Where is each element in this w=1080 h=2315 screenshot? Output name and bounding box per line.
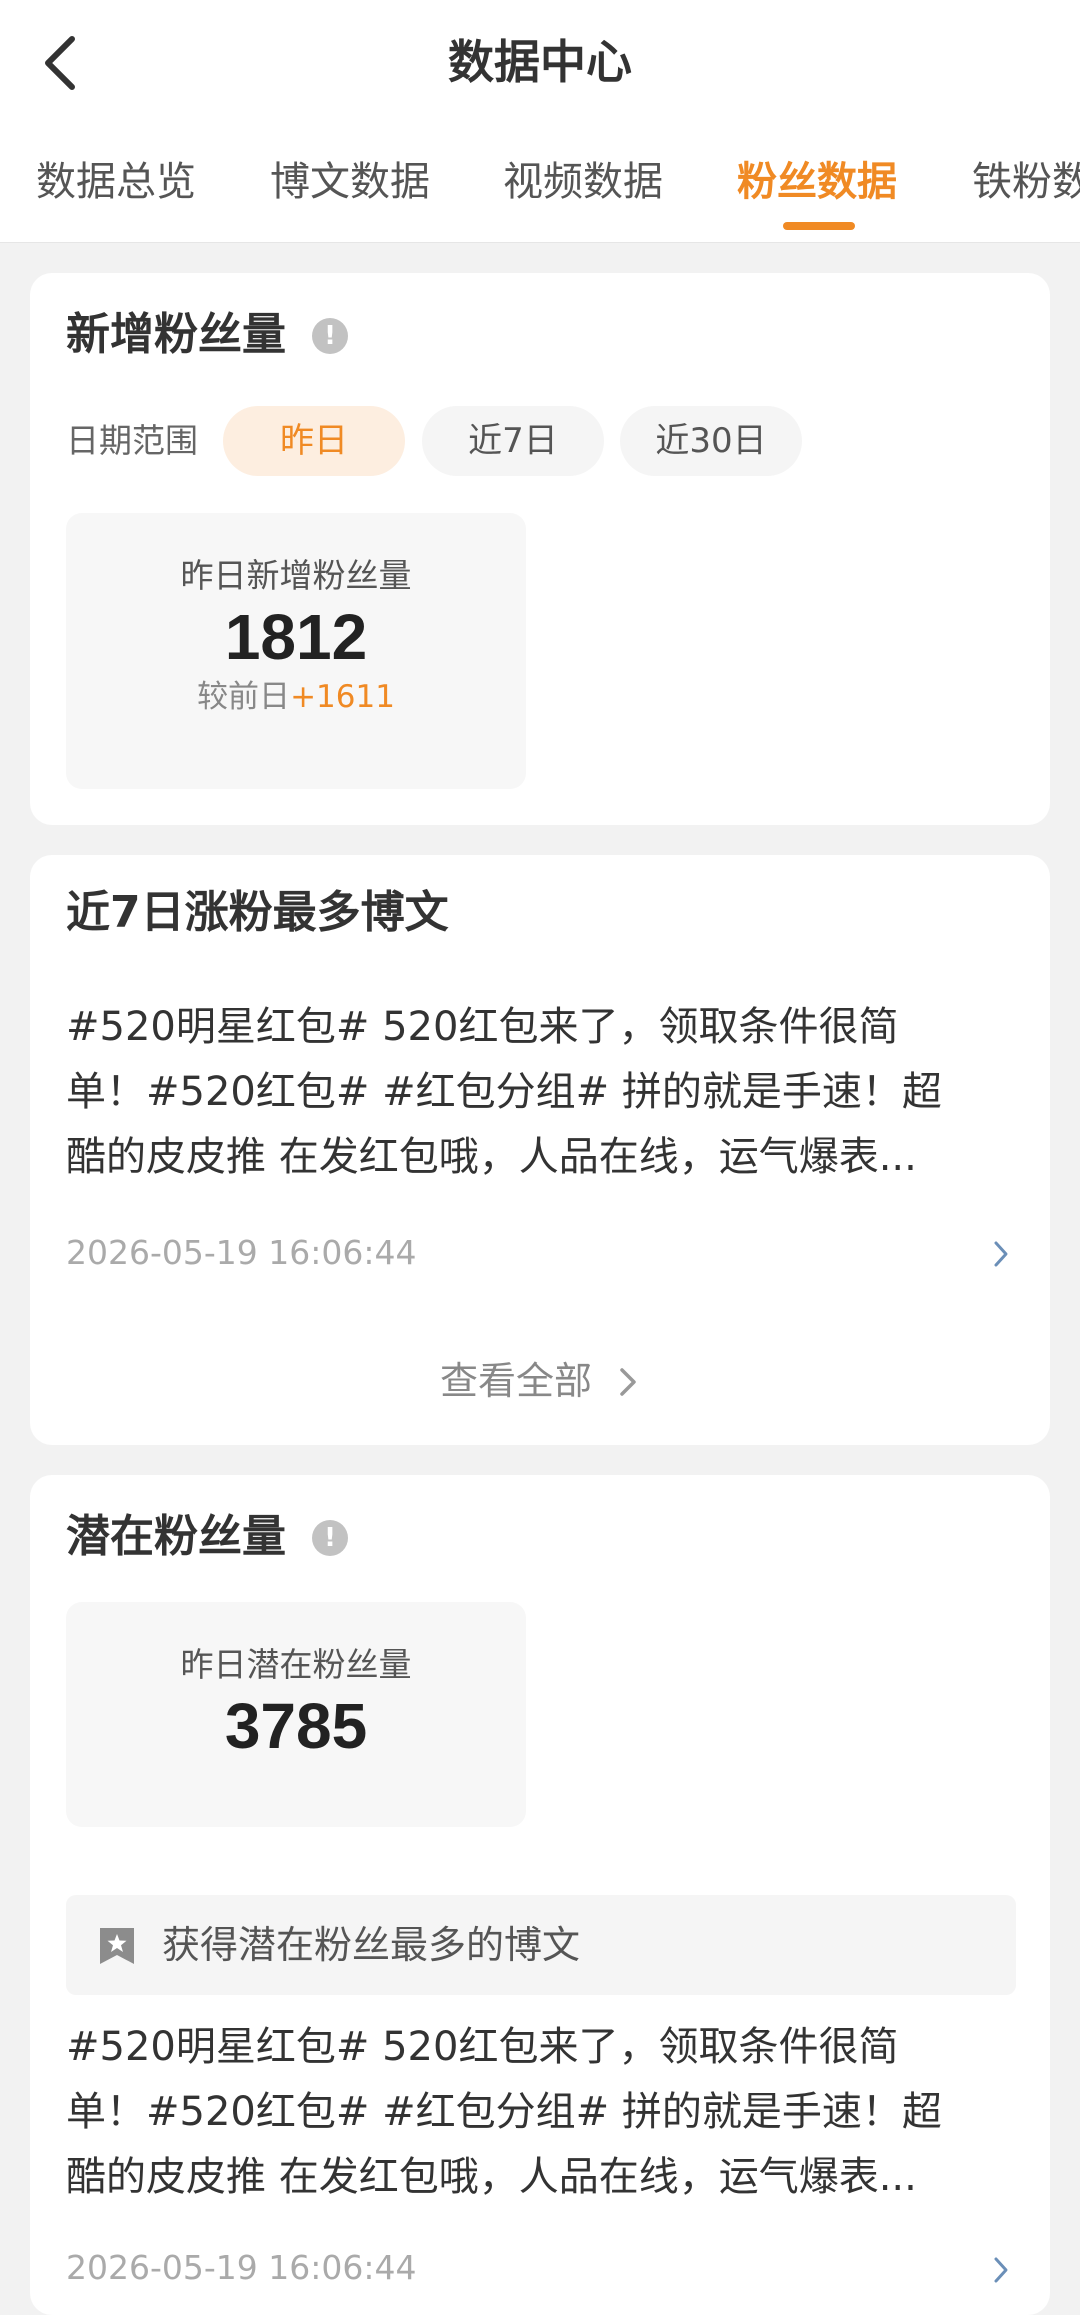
top-post-card: 近7日涨粉最多博文 #520明星红包# 520红包来了，领取条件很简 单！#52…: [30, 855, 1050, 1445]
potential-fans-card: 潜在粉丝量 ! 昨日潜在粉丝量 3785 获得潜在粉丝最多的博文 #520明星红…: [30, 1475, 1050, 2315]
post-text[interactable]: #520明星红包# 520红包来了，领取条件很简 单！#520红包# #红包分组…: [66, 995, 1026, 1190]
post-time: 2026-05-19 16:06:44: [66, 2248, 417, 2287]
new-fans-title: 新增粉丝量: [66, 309, 286, 360]
stat-value: 3785: [224, 1690, 368, 1762]
range-yesterday-pill[interactable]: 昨日: [223, 406, 405, 476]
post-text-line: 单！#520红包# #红包分组# 拼的就是手速！超: [66, 1069, 942, 1115]
tab-video-data[interactable]: 视频数据: [503, 150, 663, 214]
post-time: 2026-05-19 16:06:44: [66, 1233, 417, 1272]
top-potential-post-banner: 获得潜在粉丝最多的博文: [66, 1895, 1016, 1995]
compare-value: +1611: [290, 679, 395, 715]
potential-fans-title: 潜在粉丝量: [66, 1511, 286, 1562]
post-text[interactable]: #520明星红包# 520红包来了，领取条件很简 单！#520红包# #红包分组…: [66, 2015, 1026, 2210]
top-post-title: 近7日涨粉最多博文: [66, 887, 449, 938]
view-all-link[interactable]: 查看全部: [30, 1353, 1050, 1409]
view-all-label: 查看全部: [439, 1359, 592, 1403]
info-icon[interactable]: !: [312, 1520, 348, 1556]
tab-overview[interactable]: 数据总览: [36, 150, 196, 214]
post-text-line: #520明星红包# 520红包来了，领取条件很简: [66, 2024, 899, 2070]
new-fans-stat-box: 昨日新增粉丝量 1812 较前日+1611: [66, 513, 526, 789]
bookmark-star-icon: [100, 1928, 134, 1964]
post-text-line: #520明星红包# 520红包来了，领取条件很简: [66, 1004, 899, 1050]
chevron-right-icon[interactable]: [992, 1239, 1010, 1269]
active-tab-indicator: [783, 222, 855, 230]
range-7days-pill[interactable]: 近7日: [422, 406, 604, 476]
stat-label: 昨日潜在粉丝量: [180, 1645, 412, 1684]
stat-compare: 较前日+1611: [66, 675, 526, 719]
date-range-label: 日期范围: [66, 421, 198, 460]
top-bar: 数据中心 数据总览 博文数据 视频数据 粉丝数据 铁粉数: [0, 0, 1080, 243]
tab-post-data[interactable]: 博文数据: [270, 150, 430, 214]
stat-value: 1812: [224, 601, 368, 673]
chevron-right-icon: [620, 1368, 636, 1396]
banner-text: 获得潜在粉丝最多的博文: [162, 1923, 581, 1967]
compare-label: 较前日: [197, 679, 291, 715]
new-fans-card: 新增粉丝量 ! 日期范围 昨日 近7日 近30日 昨日新增粉丝量 1812 较前…: [30, 273, 1050, 825]
potential-fans-stat-box: 昨日潜在粉丝量 3785: [66, 1602, 526, 1827]
page-title: 数据中心: [448, 35, 632, 89]
tab-fans-data[interactable]: 粉丝数据: [737, 150, 897, 214]
stat-label: 昨日新增粉丝量: [180, 556, 412, 595]
post-text-line: 酷的皮皮推 在发红包哦，人品在线，运气爆表...: [66, 2154, 917, 2200]
post-text-line: 酷的皮皮推 在发红包哦，人品在线，运气爆表...: [66, 1134, 917, 1180]
info-icon[interactable]: !: [312, 318, 348, 354]
tab-bar: 数据总览 博文数据 视频数据 粉丝数据 铁粉数: [0, 150, 1080, 220]
range-30days-pill[interactable]: 近30日: [620, 406, 802, 476]
post-text-line: 单！#520红包# #红包分组# 拼的就是手速！超: [66, 2089, 942, 2135]
tab-iron-fans[interactable]: 铁粉数: [972, 150, 1080, 214]
